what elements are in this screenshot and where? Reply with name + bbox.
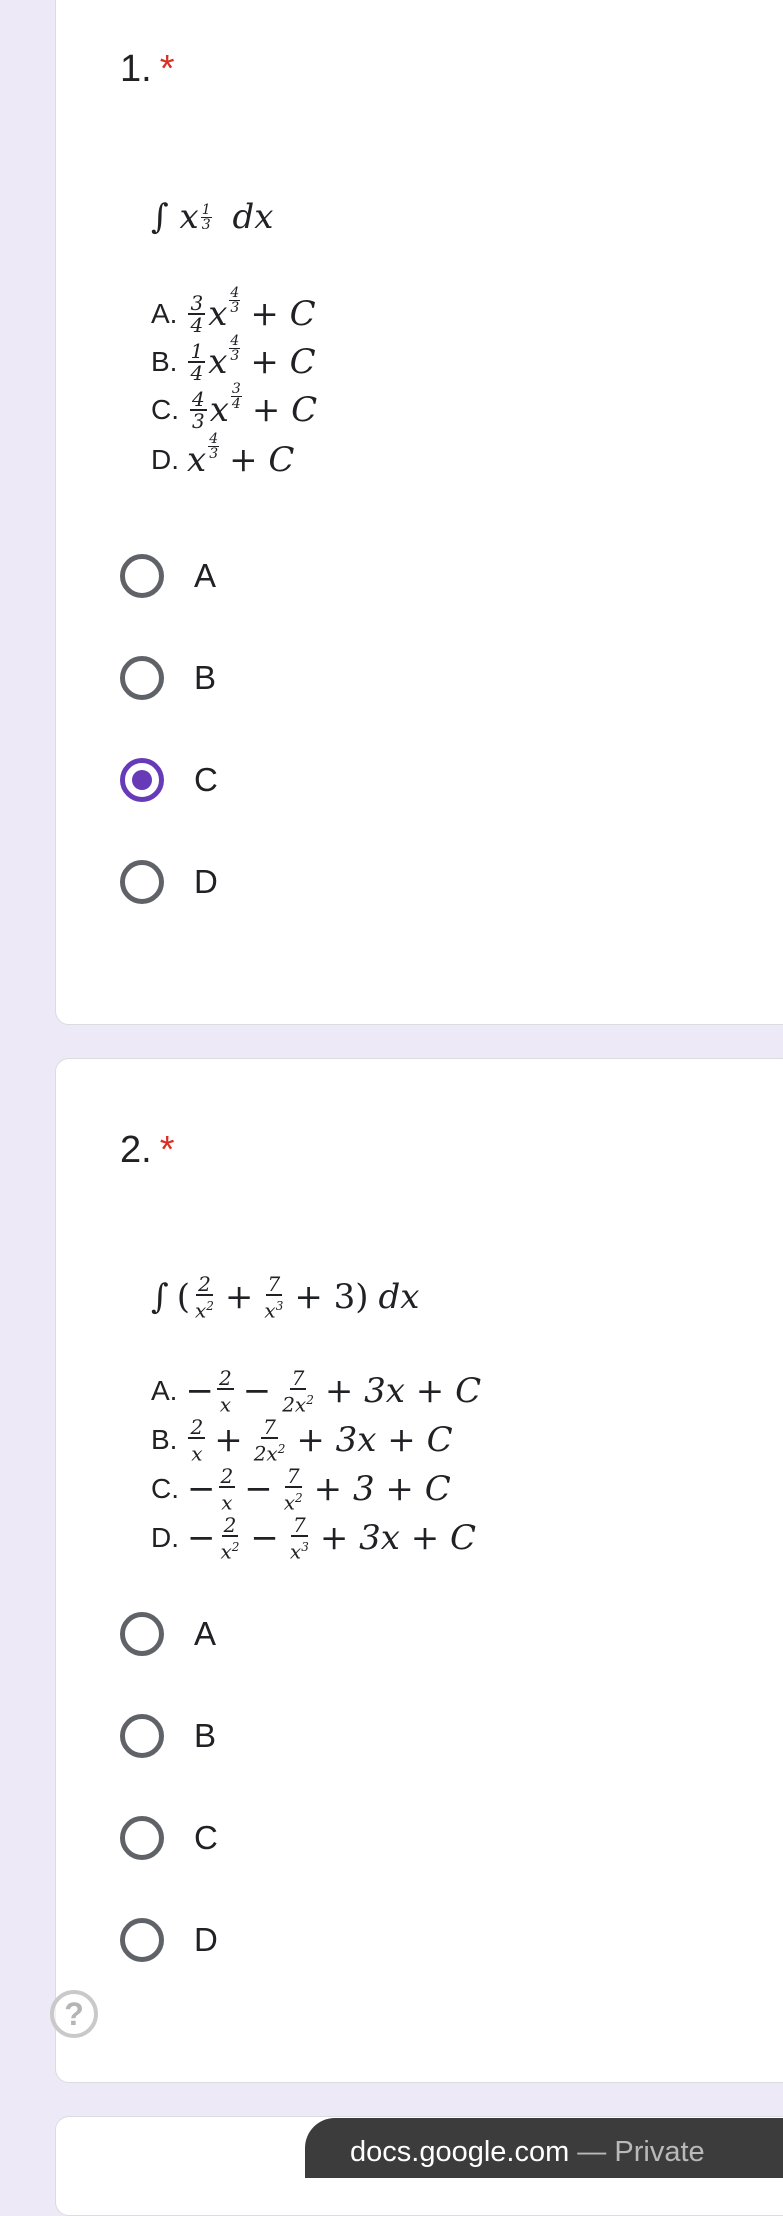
question-1-option-d-text: D. x43 + C <box>151 430 295 481</box>
question-2-option-d-text: D. − 2 x2 − 7 x3 + 3x + C <box>151 1512 477 1564</box>
question-1-integral: ∫ x13 dx <box>151 197 274 237</box>
question-1-option-b-text: B. 14 x43 + C <box>151 332 316 385</box>
question-2-choice-c[interactable]: C <box>120 1808 218 1868</box>
choice-label: B <box>194 659 217 696</box>
choice-label: D <box>194 1921 218 1958</box>
radio-button[interactable] <box>120 554 164 598</box>
required-asterisk: * <box>159 1129 175 1171</box>
radio-button[interactable] <box>120 860 164 904</box>
url-separator: — <box>569 2136 615 2168</box>
url-bar[interactable]: docs.google.com — Private <box>305 2118 783 2178</box>
question-2-option-c-text: C. − 2x − 7 x2 + 3 + C <box>151 1463 451 1515</box>
question-1-choice-c[interactable]: C <box>120 750 218 810</box>
choice-label: C <box>194 1819 218 1856</box>
question-2-option-a-text: A. − 2x − 7 2x2 + 3x + C <box>151 1365 482 1417</box>
help-icon[interactable]: ? <box>50 1990 98 2038</box>
radio-button[interactable] <box>120 656 164 700</box>
radio-button-selected[interactable] <box>120 758 164 802</box>
question-2-choice-a[interactable]: A <box>120 1604 216 1664</box>
question-2-option-b-text: B. 2x + 7 2x2 + 3x + C <box>151 1414 453 1466</box>
question-1-choice-b[interactable]: B <box>120 648 216 708</box>
radio-button[interactable] <box>120 1918 164 1962</box>
choice-label: A <box>194 557 217 594</box>
choice-label: D <box>194 863 218 900</box>
question-1-option-a-text: A. 34 x43 + C <box>151 284 316 337</box>
exponent: 13 <box>200 202 212 233</box>
question-2-title: 2. * <box>120 1128 175 1172</box>
question-2-integral: ∫ ( 2 x2 + 7 x3 + 3 ) dx <box>151 1272 420 1323</box>
question-card-2: 2. * ∫ ( 2 x2 + 7 x3 + 3 ) dx A. − 2x − 7 2x… <box>55 1058 783 2083</box>
question-2-number: 2. <box>120 1129 152 1171</box>
url-domain: docs.google.com <box>350 2136 570 2168</box>
radio-button[interactable] <box>120 1714 164 1758</box>
choice-label: A <box>194 1615 217 1652</box>
radio-button[interactable] <box>120 1612 164 1656</box>
question-1-choice-d[interactable]: D <box>120 852 218 912</box>
radio-button[interactable] <box>120 1816 164 1860</box>
question-2-choice-b[interactable]: B <box>120 1706 216 1766</box>
question-1-number: 1. <box>120 48 152 90</box>
question-card-1: 1. * ∫ x13 dx A. 34 x43 + C B. 14 x43 + C… <box>55 0 783 1025</box>
question-1-option-c-text: C. 43 x34 + C <box>151 380 318 433</box>
choice-label: C <box>194 761 218 798</box>
question-2-choice-d[interactable]: D <box>120 1910 218 1970</box>
required-asterisk: * <box>159 48 175 90</box>
private-mode-label: Private <box>614 2136 705 2168</box>
question-1-title: 1. * <box>120 47 175 91</box>
choice-label: B <box>194 1717 217 1754</box>
question-1-choice-a[interactable]: A <box>120 546 216 606</box>
